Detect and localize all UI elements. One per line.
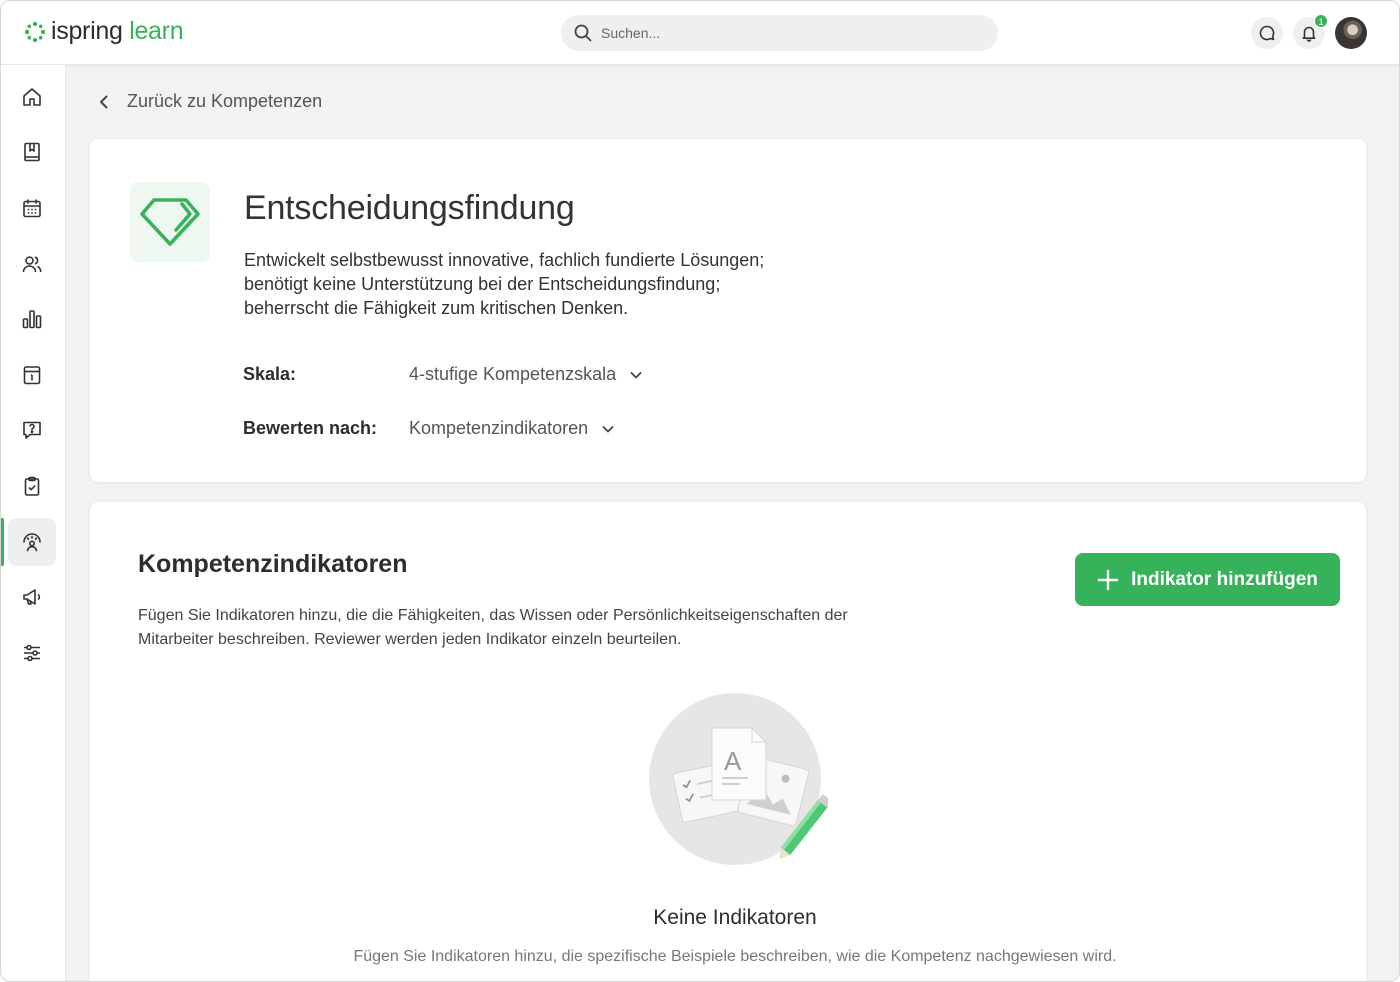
- indicators-description: Fügen Sie Indikatoren hinzu, die die Fäh…: [138, 604, 948, 652]
- sidebar-item-competencies[interactable]: [1, 518, 56, 566]
- competency-title: Entscheidungsfindung: [244, 189, 575, 227]
- logo[interactable]: ispring learn: [23, 17, 184, 46]
- competency-description-line: benötigt keine Unterstützung bei der Ent…: [244, 274, 721, 294]
- svg-text:A: A: [724, 746, 742, 776]
- sidebar-item-settings[interactable]: [8, 629, 56, 677]
- competency-icon: [23, 533, 41, 552]
- header-actions: 1: [1241, 14, 1367, 49]
- scale-value: 4-stufige Kompetenzskala: [409, 364, 617, 384]
- sidebar-item-home[interactable]: [8, 73, 56, 121]
- question-chat-icon: [23, 421, 41, 439]
- add-indicator-label: Indikator hinzufügen: [1131, 568, 1318, 590]
- competency-card: Entscheidungsfindung Entwickelt selbstbe…: [90, 139, 1366, 482]
- back-link-label: Zurück zu Kompetenzen: [127, 91, 323, 111]
- book-icon: [24, 142, 40, 162]
- empty-state-title: Keine Indikatoren: [653, 906, 817, 929]
- scale-dropdown[interactable]: 4-stufige Kompetenzskala: [409, 364, 644, 385]
- back-to-competencies-link[interactable]: Zurück zu Kompetenzen: [95, 91, 322, 112]
- bell-icon: [1302, 26, 1316, 42]
- rate-by-value: Kompetenzindikatoren: [409, 418, 589, 438]
- chevron-down-icon: [630, 371, 642, 378]
- rate-by-label: Bewerten nach:: [243, 418, 378, 438]
- app-window: ispring learn 1: [0, 0, 1400, 982]
- sidebar-item-tasks[interactable]: [8, 462, 56, 510]
- chat-bubble-icon: [1259, 25, 1275, 41]
- competency-description-line: beherrscht die Fähigkeit zum kritischen …: [244, 298, 629, 318]
- search-input[interactable]: [601, 25, 981, 41]
- info-calendar-icon: [23, 366, 41, 385]
- user-avatar[interactable]: [1335, 17, 1367, 49]
- megaphone-icon: [23, 589, 41, 605]
- indicators-card: Kompetenzindikatoren Fügen Sie Indikator…: [90, 502, 1366, 981]
- rate-by-dropdown[interactable]: Kompetenzindikatoren: [409, 418, 616, 439]
- sidebar-item-courses[interactable]: [8, 128, 56, 176]
- top-bar: ispring learn 1: [1, 1, 1399, 65]
- scale-label: Skala:: [243, 364, 297, 384]
- sidebar-item-info[interactable]: [8, 351, 56, 399]
- empty-state-illustration: A: [649, 693, 828, 865]
- chevron-down-icon: [602, 425, 614, 432]
- add-indicator-button[interactable]: Indikator hinzufügen: [1075, 553, 1340, 606]
- logo-text: ispring learn: [51, 17, 184, 46]
- search-icon: [574, 24, 592, 42]
- notifications-button[interactable]: 1: [1293, 14, 1328, 49]
- settings-sliders-icon: [24, 644, 40, 662]
- indicators-description-line: Mitarbeiter beschreiben. Reviewer werden…: [138, 631, 682, 648]
- plus-icon: [1097, 569, 1119, 590]
- competency-badge: [130, 182, 210, 262]
- bar-chart-icon: [22, 310, 42, 329]
- sidebar-item-questions[interactable]: [8, 406, 56, 454]
- indicators-title: Kompetenzindikatoren: [138, 550, 408, 578]
- calendar-icon: [23, 199, 41, 218]
- sidebar-item-reports[interactable]: [8, 295, 56, 343]
- home-icon: [23, 88, 41, 106]
- indicators-description-line: Fügen Sie Indikatoren hinzu, die die Fäh…: [138, 607, 848, 624]
- chat-button[interactable]: [1251, 17, 1283, 49]
- notification-badge: 1: [1314, 14, 1328, 28]
- sidebar-item-users[interactable]: [8, 240, 56, 288]
- diamond-icon: [140, 198, 200, 246]
- logo-text-ispring: ispring: [51, 17, 123, 45]
- search-bar[interactable]: [561, 15, 998, 51]
- competency-description-line: Entwickelt selbstbewusst innovative, fac…: [244, 250, 765, 270]
- chevron-left-icon: [100, 95, 108, 108]
- sidebar-item-calendar[interactable]: [8, 184, 56, 232]
- sidebar: [1, 65, 66, 981]
- logo-text-learn: learn: [129, 17, 184, 45]
- competency-description: Entwickelt selbstbewusst innovative, fac…: [244, 248, 864, 320]
- sidebar-item-announcements[interactable]: [8, 573, 56, 621]
- empty-state-description: Fügen Sie Indikatoren hinzu, die spezifi…: [353, 948, 1117, 965]
- users-icon: [22, 256, 42, 273]
- ispring-logo-icon: [24, 21, 46, 42]
- clipboard-check-icon: [24, 476, 40, 496]
